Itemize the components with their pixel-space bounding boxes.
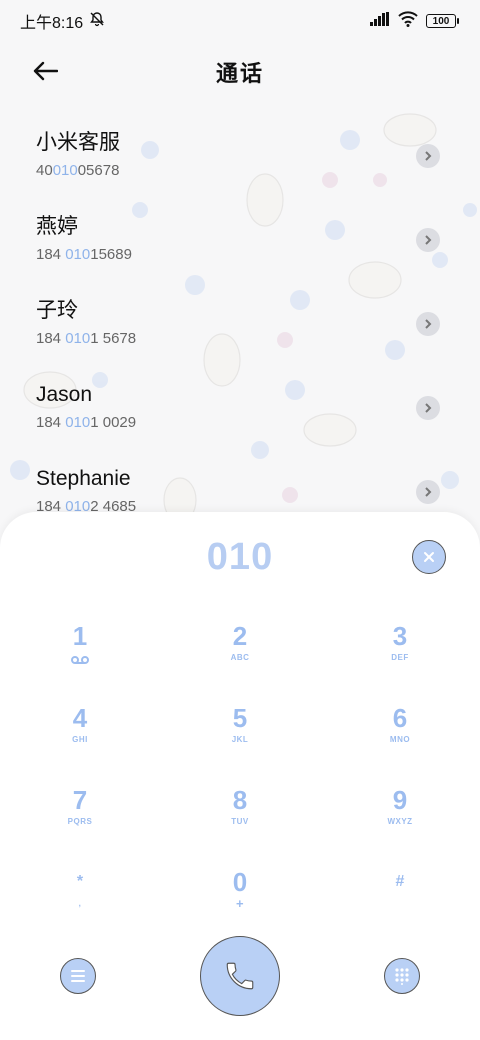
contact-name: 子玲 <box>36 299 78 322</box>
key-letters: WXYZ <box>387 817 413 826</box>
key-4[interactable]: 4 GHI <box>20 702 140 772</box>
list-item[interactable]: 燕婷 184 01015689 <box>0 212 480 296</box>
key-hash[interactable]: # <box>340 866 460 936</box>
list-item[interactable]: 小米客服 4001005678 <box>0 128 480 212</box>
key-digit: # <box>395 873 405 890</box>
number-match: 010 <box>65 330 91 347</box>
number-prefix: 40 <box>36 162 53 179</box>
number-suffix: 15689 <box>90 246 132 263</box>
keypad-icon[interactable] <box>384 958 420 994</box>
status-time: 上午8:16 <box>20 15 84 32</box>
key-letters: PQRS <box>67 817 93 826</box>
phone-icon[interactable] <box>200 936 280 1016</box>
key-3[interactable]: 3 DEF <box>340 620 460 690</box>
contact-name: 小米客服 <box>36 131 120 154</box>
header: 通话 <box>0 50 480 92</box>
key-letters: JKL <box>231 735 249 744</box>
key-digit: * <box>76 873 84 890</box>
voicemail-icon <box>71 652 89 670</box>
dialpad: 010 1 2 ABC 3 DEF 4 GHI 5 JKL 6 MNO 7 PQ… <box>0 512 480 1040</box>
page-title: 通话 <box>215 61 264 86</box>
key-digit: 8 <box>232 785 248 815</box>
dialed-number: 010 <box>206 536 274 578</box>
contact-name: Jason <box>36 383 93 406</box>
chevron-right-icon[interactable] <box>416 144 440 168</box>
key-digit: 9 <box>392 785 408 815</box>
number-match: 010 <box>65 246 91 263</box>
chevron-right-icon[interactable] <box>416 228 440 252</box>
key-9[interactable]: 9 WXYZ <box>340 784 460 854</box>
key-letters: + <box>235 896 245 911</box>
key-digit: 0 <box>232 867 248 897</box>
key-7[interactable]: 7 PQRS <box>20 784 140 854</box>
number-suffix: 1 5678 <box>90 330 137 347</box>
menu-icon[interactable] <box>60 958 96 994</box>
list-item[interactable]: 子玲 184 0101 5678 <box>0 296 480 380</box>
chevron-right-icon[interactable] <box>416 312 440 336</box>
number-match: 010 <box>52 162 78 179</box>
contact-list: 小米客服 4001005678 燕婷 184 01015689 子玲 184 0… <box>0 128 480 548</box>
key-letters: , <box>78 899 82 908</box>
number-prefix: 184 <box>36 246 66 263</box>
status-right: 100 <box>370 10 459 32</box>
contact-number: 184 0101 0029 <box>36 412 480 434</box>
status-bar: 上午8:16 100 <box>0 0 480 42</box>
number-match: 010 <box>65 414 91 431</box>
chevron-right-icon[interactable] <box>416 396 440 420</box>
key-6[interactable]: 6 MNO <box>340 702 460 772</box>
battery-icon: 100 <box>426 14 459 28</box>
key-star[interactable]: * , <box>20 866 140 936</box>
mute-bell-icon <box>89 11 105 32</box>
number-suffix: 05678 <box>77 162 120 179</box>
key-5[interactable]: 5 JKL <box>180 702 300 772</box>
number-prefix: 184 <box>36 414 66 431</box>
key-digit: 1 <box>72 621 88 651</box>
key-digit: 6 <box>392 703 408 733</box>
contact-number: 184 0101 5678 <box>36 328 480 350</box>
key-letters: ABC <box>230 653 250 662</box>
number-prefix: 184 <box>36 330 66 347</box>
key-digit: 7 <box>72 785 88 815</box>
chevron-right-icon[interactable] <box>416 480 440 504</box>
status-left: 上午8:16 <box>20 9 105 33</box>
key-digit: 3 <box>392 621 408 651</box>
key-letters: GHI <box>72 735 88 744</box>
key-letters: TUV <box>231 817 249 826</box>
clear-icon[interactable] <box>412 540 446 574</box>
key-digit: 4 <box>72 703 88 733</box>
key-1[interactable]: 1 <box>20 620 140 690</box>
key-letters: DEF <box>391 653 409 662</box>
battery-level: 100 <box>432 15 450 27</box>
contact-number: 4001005678 <box>36 160 480 182</box>
contact-name: 燕婷 <box>36 215 78 238</box>
key-8[interactable]: 8 TUV <box>180 784 300 854</box>
number-suffix: 1 0029 <box>90 414 137 431</box>
call-action-bar <box>0 936 480 1026</box>
contact-name: Stephanie <box>36 467 131 490</box>
key-2[interactable]: 2 ABC <box>180 620 300 690</box>
key-0[interactable]: 0 + <box>180 866 300 936</box>
key-digit: 5 <box>232 703 248 733</box>
key-digit: 2 <box>232 621 248 651</box>
contact-number: 184 01015689 <box>36 244 480 266</box>
signal-icon <box>370 11 390 31</box>
wifi-icon <box>398 10 418 32</box>
key-letters: MNO <box>389 735 411 744</box>
list-item[interactable]: Jason 184 0101 0029 <box>0 380 480 464</box>
